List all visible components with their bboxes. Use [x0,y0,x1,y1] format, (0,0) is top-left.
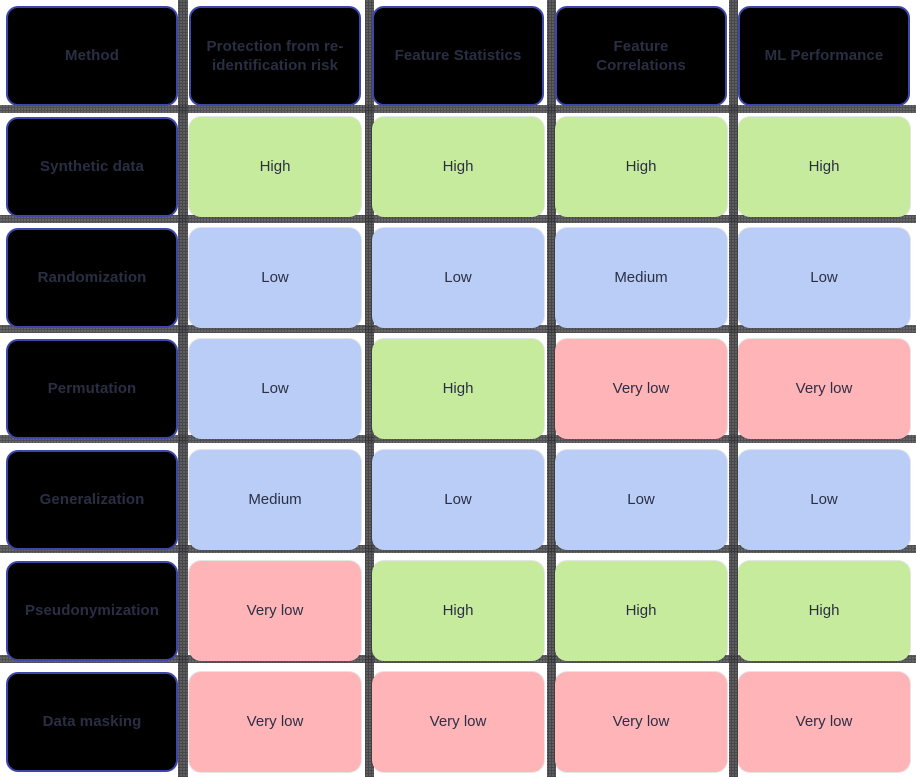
value-cell-r0-c3: High [738,117,910,217]
row-label-3: Generalization [6,450,178,550]
row-label-4: Pseudonymization [6,561,178,661]
value-cell-r4-c2: High [555,561,727,661]
row-label-5: Data masking [6,672,178,772]
value-cell-r1-c2: Medium [555,228,727,328]
value-cell-r5-c1: Very low [372,672,544,772]
value-cell-r0-c2: High [555,117,727,217]
value-cell-r3-c1: Low [372,450,544,550]
row-label-1: Randomization [6,228,178,328]
value-cell-r3-c3: Low [738,450,910,550]
value-cell-r3-c2: Low [555,450,727,550]
comparison-matrix: Method Protection from re-identification … [0,0,916,777]
value-cell-r2-c2: Very low [555,339,727,439]
value-cell-r3-c0: Medium [189,450,361,550]
header-cell-2: Feature Correlations [555,6,727,106]
row-label-2: Permutation [6,339,178,439]
value-cell-r0-c1: High [372,117,544,217]
value-cell-r4-c3: High [738,561,910,661]
matrix-grid: Method Protection from re-identification … [0,0,916,777]
header-cell-1: Feature Statistics [372,6,544,106]
value-cell-r1-c1: Low [372,228,544,328]
row-label-0: Synthetic data [6,117,178,217]
value-cell-r5-c0: Very low [189,672,361,772]
header-cell-method: Method [6,6,178,106]
value-cell-r2-c1: High [372,339,544,439]
header-cell-0: Protection from re-identification risk [189,6,361,106]
value-cell-r4-c1: High [372,561,544,661]
value-cell-r2-c0: Low [189,339,361,439]
value-cell-r2-c3: Very low [738,339,910,439]
value-cell-r1-c3: Low [738,228,910,328]
value-cell-r0-c0: High [189,117,361,217]
header-cell-3: ML Performance [738,6,910,106]
value-cell-r4-c0: Very low [189,561,361,661]
value-cell-r5-c3: Very low [738,672,910,772]
value-cell-r5-c2: Very low [555,672,727,772]
value-cell-r1-c0: Low [189,228,361,328]
